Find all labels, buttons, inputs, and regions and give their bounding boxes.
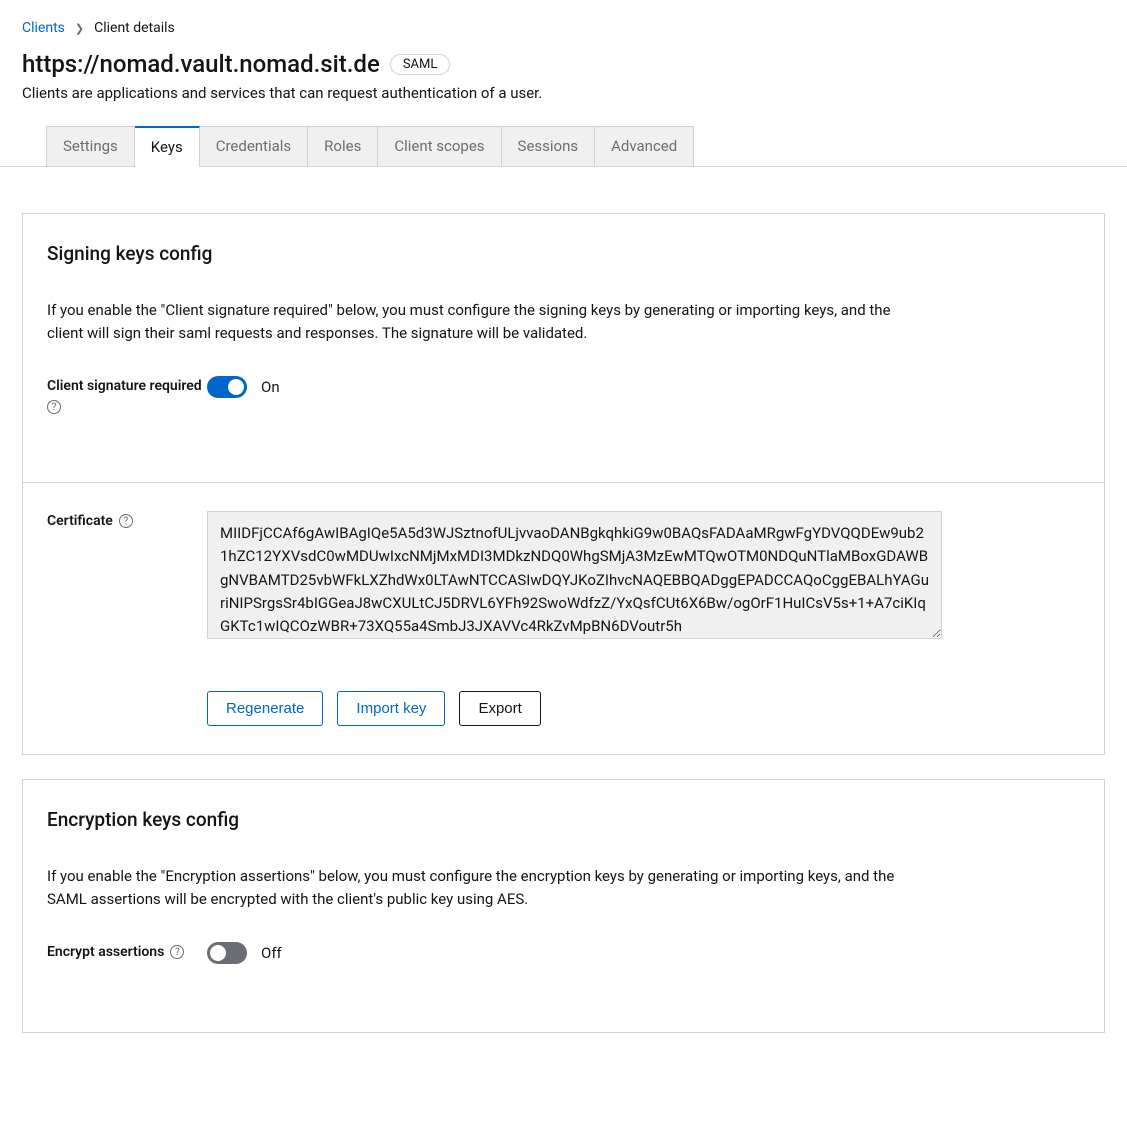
encrypt-assertions-state: Off — [261, 944, 282, 962]
certificate-label: Certificate ? — [47, 511, 207, 529]
tab-client-scopes[interactable]: Client scopes — [378, 126, 501, 166]
client-signature-label-text: Client signature required — [47, 378, 202, 394]
signing-keys-panel: Signing keys config If you enable the "C… — [22, 213, 1105, 755]
encryption-keys-title: Encryption keys config — [47, 808, 1080, 831]
certificate-label-text: Certificate — [47, 513, 113, 529]
encrypt-assertions-toggle[interactable] — [207, 942, 247, 964]
chevron-right-icon: ❯ — [75, 22, 84, 35]
regenerate-button[interactable]: Regenerate — [207, 691, 323, 726]
page-header: https://nomad.vault.nomad.sit.de SAML — [22, 50, 1105, 78]
tab-keys[interactable]: Keys — [135, 126, 200, 166]
encrypt-assertions-label-text: Encrypt assertions — [47, 944, 164, 960]
help-icon[interactable]: ? — [47, 400, 61, 414]
tab-advanced[interactable]: Advanced — [595, 126, 694, 166]
import-key-button[interactable]: Import key — [337, 691, 445, 726]
help-icon[interactable]: ? — [170, 945, 184, 959]
encryption-keys-panel: Encryption keys config If you enable the… — [22, 779, 1105, 1033]
help-icon[interactable]: ? — [119, 514, 133, 528]
encryption-keys-description: If you enable the "Encryption assertions… — [47, 865, 927, 910]
tab-sessions[interactable]: Sessions — [502, 126, 596, 166]
export-button[interactable]: Export — [459, 691, 540, 726]
signing-keys-title: Signing keys config — [47, 242, 1080, 265]
tab-bar: Settings Keys Credentials Roles Client s… — [0, 126, 1127, 167]
protocol-badge: SAML — [390, 54, 451, 75]
encrypt-assertions-label: Encrypt assertions ? — [47, 942, 207, 960]
page-title: https://nomad.vault.nomad.sit.de — [22, 50, 380, 78]
page-description: Clients are applications and services th… — [22, 84, 1105, 102]
breadcrumb-current: Client details — [94, 20, 175, 36]
client-signature-state: On — [261, 378, 280, 396]
tab-roles[interactable]: Roles — [308, 126, 378, 166]
certificate-textarea[interactable] — [207, 511, 942, 639]
breadcrumb-root-link[interactable]: Clients — [22, 20, 65, 36]
client-signature-label: Client signature required ? — [47, 376, 207, 414]
signing-keys-description: If you enable the "Client signature requ… — [47, 299, 927, 344]
tab-credentials[interactable]: Credentials — [200, 126, 308, 166]
breadcrumb: Clients ❯ Client details — [22, 20, 1105, 36]
client-signature-toggle[interactable] — [207, 376, 247, 398]
tab-settings[interactable]: Settings — [46, 126, 135, 166]
